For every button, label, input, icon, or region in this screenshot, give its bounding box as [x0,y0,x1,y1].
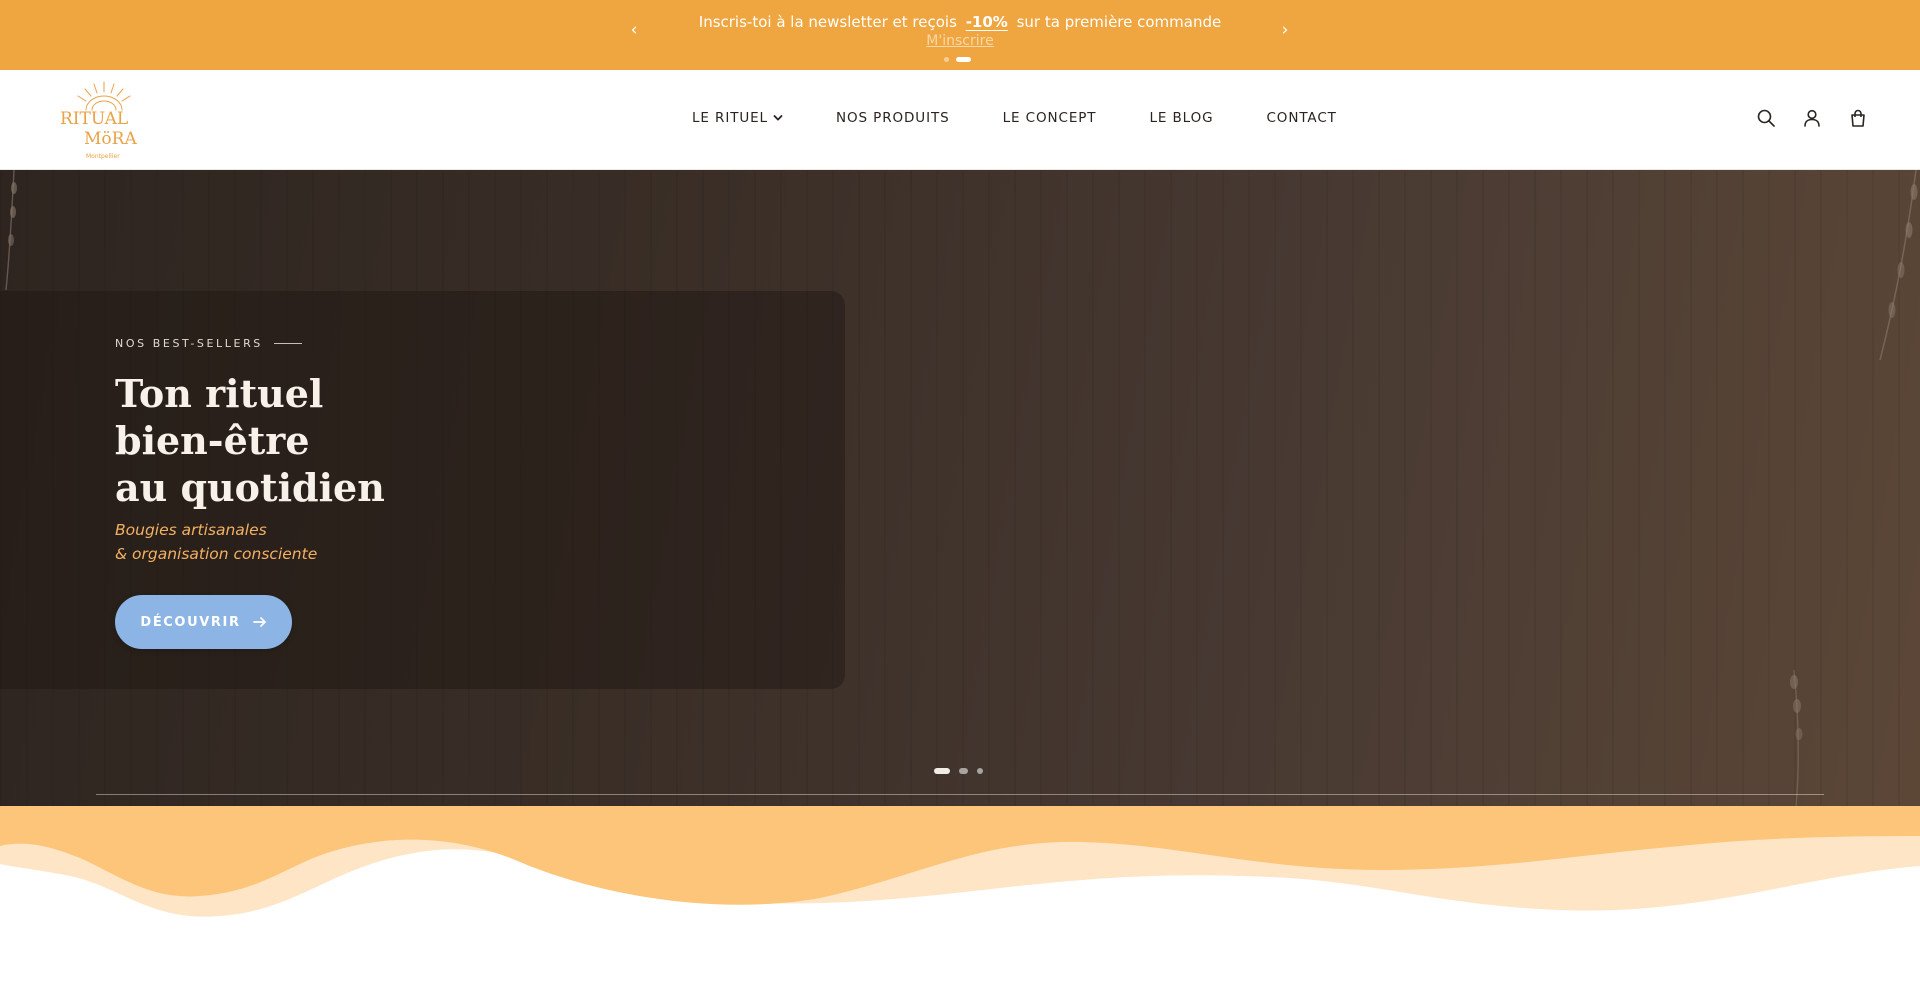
hero-title: Ton rituel bien-être au quotidien [115,370,385,511]
nav-item-le-blog[interactable]: LE BLOG [1149,110,1213,126]
nav-item-nos-produits[interactable]: NOS PRODUITS [836,110,950,126]
svg-text:MöRA: MöRA [84,129,137,149]
hero-subtitle-line: Bougies artisanales [115,521,267,539]
nav-item-label: CONTACT [1266,110,1337,126]
main-nav: LE RITUEL NOS PRODUITS LE CONCEPT LE BLO… [692,110,1337,126]
announcement-promo-link[interactable]: -10% [966,13,1008,31]
discover-button[interactable]: DÉCOUVRIR [115,595,292,649]
eyebrow-divider [273,343,302,344]
announcement-bar: ‹ Inscris-toi à la newsletter et reçois … [0,0,1920,70]
announcement-text: Inscris-toi à la newsletter et reçois -1… [0,12,1920,32]
hero-title-line: Ton rituel [115,371,324,416]
discover-button-label: DÉCOUVRIR [140,614,241,630]
announcement-next-slide-link[interactable]: M'inscrire [0,32,1920,49]
header-actions [1756,108,1868,128]
cart-icon[interactable] [1848,108,1868,128]
nav-item-label: NOS PRODUITS [835,110,950,126]
nav-item-label: LE BLOG [1149,110,1214,126]
wave-divider [0,806,1920,993]
nav-item-le-concept[interactable]: LE CONCEPT [1003,110,1097,126]
nav-item-label: LE CONCEPT [1002,110,1097,126]
hero-dot-2[interactable] [959,768,968,774]
hero-eyebrow-text: NOS BEST-SELLERS [115,337,263,350]
announcement-text-after: sur ta première commande [1016,13,1222,31]
svg-text:RITUAL: RITUAL [60,109,128,129]
hero-slider: NOS BEST-SELLERS Ton rituel bien-être au… [0,170,1920,806]
nav-item-le-rituel[interactable]: LE RITUEL [692,110,783,126]
announcement-dot-2[interactable] [956,57,971,62]
chevron-right-icon[interactable]: › [1273,18,1297,42]
hero-eyebrow: NOS BEST-SELLERS [115,337,302,350]
hero-dot-3[interactable] [977,768,983,774]
hero-title-line: au quotidien [115,465,385,510]
hero-title-line: bien-être [115,418,310,463]
announcement-dot-1[interactable] [944,57,949,62]
announcement-text-before: Inscris-toi à la newsletter et reçois [698,13,957,31]
account-icon[interactable] [1802,108,1822,128]
ritual-mora-logo[interactable]: RITUAL MöRA Montpellier [58,78,150,162]
dried-flower-decoration [1879,170,1918,360]
dried-flower-decoration [5,170,17,290]
hero-subtitle-line: & organisation consciente [115,545,318,563]
announcement-pagination [944,57,971,62]
svg-text:Montpellier: Montpellier [86,153,120,160]
hero-pagination [934,768,983,774]
search-icon[interactable] [1756,108,1776,128]
dried-flower-decoration [1790,670,1803,806]
hero-dot-1[interactable] [934,768,950,774]
hero-progress-line [96,794,1824,795]
nav-item-label: LE RITUEL [692,110,768,126]
arrow-right-icon [252,617,266,627]
site-header: RITUAL MöRA Montpellier LE RITUEL NOS PR… [0,70,1920,170]
chevron-down-icon [773,115,783,121]
hero-subtitle: Bougies artisanales & organisation consc… [115,518,317,566]
nav-item-contact[interactable]: CONTACT [1266,110,1336,126]
